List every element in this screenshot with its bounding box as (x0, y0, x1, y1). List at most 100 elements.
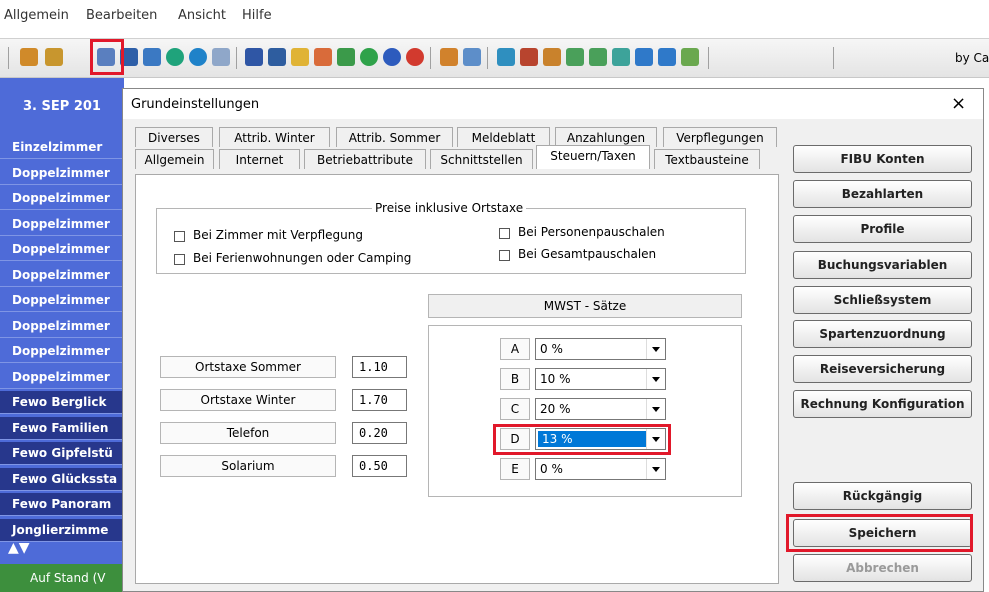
tab-internet[interactable]: Internet (219, 149, 300, 169)
checkbox-zimmer-verpflegung[interactable] (174, 231, 185, 242)
chevron-down-icon[interactable] (646, 369, 665, 389)
chart-icon[interactable] (520, 48, 538, 66)
highlight-save-button (786, 514, 973, 552)
status-bar: Auf Stand (V (0, 564, 124, 592)
checkbox-gesamtpauschalen[interactable] (499, 250, 510, 261)
r-circle-icon[interactable] (406, 48, 424, 66)
room-row[interactable]: Einzelzimmer (0, 136, 124, 159)
highlight-vat-d (493, 424, 671, 455)
vat-value-b: 10 % (540, 372, 571, 386)
a-circle-icon[interactable] (360, 48, 378, 66)
tab-verpflegungen[interactable]: Verpflegungen (663, 127, 777, 147)
window-blue2-icon[interactable] (658, 48, 676, 66)
tab-textbausteine[interactable]: Textbausteine (654, 149, 760, 169)
toolbar-separator (487, 47, 488, 69)
room-row[interactable]: Fewo Berglick (0, 391, 124, 414)
tab-schnittstellen[interactable]: Schnittstellen (430, 149, 533, 169)
toolbar-user-text: by Ca (955, 51, 989, 65)
users-icon[interactable] (20, 48, 38, 66)
guests-icon[interactable] (45, 48, 63, 66)
room-row[interactable]: Doppelzimmer (0, 238, 124, 261)
vat-select-a[interactable]: 0 % (535, 338, 666, 360)
search-doc-icon[interactable] (463, 48, 481, 66)
checkbox-personenpauschalen[interactable] (499, 228, 510, 239)
vat-select-b[interactable]: 10 % (535, 368, 666, 390)
vat-select-e[interactable]: 0 % (535, 458, 666, 480)
pencil-icon[interactable] (314, 48, 332, 66)
tab-diverses[interactable]: Diverses (135, 127, 213, 147)
chevron-down-icon[interactable] (646, 459, 665, 479)
room-row[interactable]: Fewo Glückssta (0, 467, 124, 491)
print-icon[interactable] (612, 48, 630, 66)
tree-icon[interactable] (543, 48, 561, 66)
room-row[interactable]: Doppelzimmer (0, 289, 124, 312)
grid-icon[interactable] (245, 48, 263, 66)
room-row[interactable]: Doppelzimmer (0, 187, 124, 210)
room-row[interactable]: Doppelzimmer (0, 365, 124, 389)
close-icon[interactable]: × (951, 93, 966, 114)
import-icon[interactable] (589, 48, 607, 66)
input-ortstaxe-winter[interactable]: 1.70 (352, 389, 407, 411)
label-solarium: Solarium (160, 455, 336, 477)
chevron-down-icon[interactable] (646, 339, 665, 359)
scroll-arrows-icon[interactable]: ▲▼ (8, 540, 30, 556)
tab-anzahlungen[interactable]: Anzahlungen (555, 127, 657, 147)
room-row[interactable]: Jonglierzimme (0, 518, 124, 542)
vat-letter-b: B (500, 368, 530, 390)
vat-select-c[interactable]: 20 % (535, 398, 666, 420)
tab-betriebattribute[interactable]: Betriebattribute (304, 149, 426, 169)
export-icon[interactable] (566, 48, 584, 66)
chevron-down-icon[interactable] (646, 399, 665, 419)
highlight-settings-icon (90, 39, 124, 75)
room-row[interactable]: Fewo Familien (0, 416, 124, 440)
tab-attrib-sommer[interactable]: Attrib. Sommer (336, 127, 453, 147)
window-icon[interactable] (212, 48, 230, 66)
people-icon[interactable] (440, 48, 458, 66)
input-solarium[interactable]: 0.50 (352, 455, 407, 477)
add-icon[interactable] (337, 48, 355, 66)
list-icon[interactable] (268, 48, 286, 66)
spartenzuordnung-button[interactable]: Spartenzuordnung (793, 320, 972, 348)
room-row[interactable]: Doppelzimmer (0, 340, 124, 363)
menu-bearbeiten[interactable]: Bearbeiten (86, 8, 157, 23)
input-ortstaxe-sommer[interactable]: 1.10 (352, 356, 407, 378)
room-row[interactable]: Doppelzimmer (0, 161, 124, 185)
vat-value-a: 0 % (540, 342, 563, 356)
tab-meldeblatt[interactable]: Meldeblatt (457, 127, 550, 147)
menu-hilfe[interactable]: Hilfe (242, 8, 272, 23)
b-circle-icon[interactable] (383, 48, 401, 66)
globe-icon[interactable] (189, 48, 207, 66)
room-row[interactable]: Doppelzimmer (0, 212, 124, 236)
cancel-button[interactable]: Abbrechen (793, 554, 972, 582)
tab-allgemein[interactable]: Allgemein (135, 149, 214, 169)
profile-button[interactable]: Profile (793, 215, 972, 243)
reiseversicherung-button[interactable]: Reiseversicherung (793, 355, 972, 383)
checkbox-ferienwohnungen-camping[interactable] (174, 254, 185, 265)
calc-icon[interactable] (497, 48, 515, 66)
refresh-icon[interactable] (143, 48, 161, 66)
room-row[interactable]: Doppelzimmer (0, 263, 124, 287)
dialog-titlebar: Grundeinstellungen × (123, 89, 983, 119)
toolbar-separator (833, 47, 834, 69)
fibu-konten-button[interactable]: FIBU Konten (793, 145, 972, 173)
input-telefon[interactable]: 0.20 (352, 422, 407, 444)
tab-attrib-winter[interactable]: Attrib. Winter (219, 127, 330, 147)
window-blue-icon[interactable] (635, 48, 653, 66)
bezahlarten-button[interactable]: Bezahlarten (793, 180, 972, 208)
tab-steuern-taxen[interactable]: Steuern/Taxen (536, 145, 650, 169)
undo-button[interactable]: Rückgängig (793, 482, 972, 510)
menu-allgemein[interactable]: Allgemein (4, 8, 69, 23)
settings-dialog: Grundeinstellungen × Diverses Attrib. Wi… (122, 88, 984, 592)
rechnung-konfiguration-button[interactable]: Rechnung Konfiguration (793, 390, 972, 418)
room-row[interactable]: Doppelzimmer (0, 314, 124, 338)
menu-ansicht[interactable]: Ansicht (178, 8, 226, 23)
buchungsvariablen-button[interactable]: Buchungsvariablen (793, 251, 972, 279)
label-personenpauschalen: Bei Personenpauschalen (518, 225, 665, 239)
room-row[interactable]: Fewo Gipfelstü (0, 442, 124, 465)
room-row[interactable]: Fewo Panoram (0, 493, 124, 516)
room-list-panel: 3. SEP 201 Einzelzimmer Doppelzimmer Doppe… (0, 78, 124, 592)
green-circle-icon[interactable] (166, 48, 184, 66)
schliesssystem-button[interactable]: Schließsystem (793, 286, 972, 314)
coins-icon[interactable] (291, 48, 309, 66)
tools-icon[interactable] (681, 48, 699, 66)
